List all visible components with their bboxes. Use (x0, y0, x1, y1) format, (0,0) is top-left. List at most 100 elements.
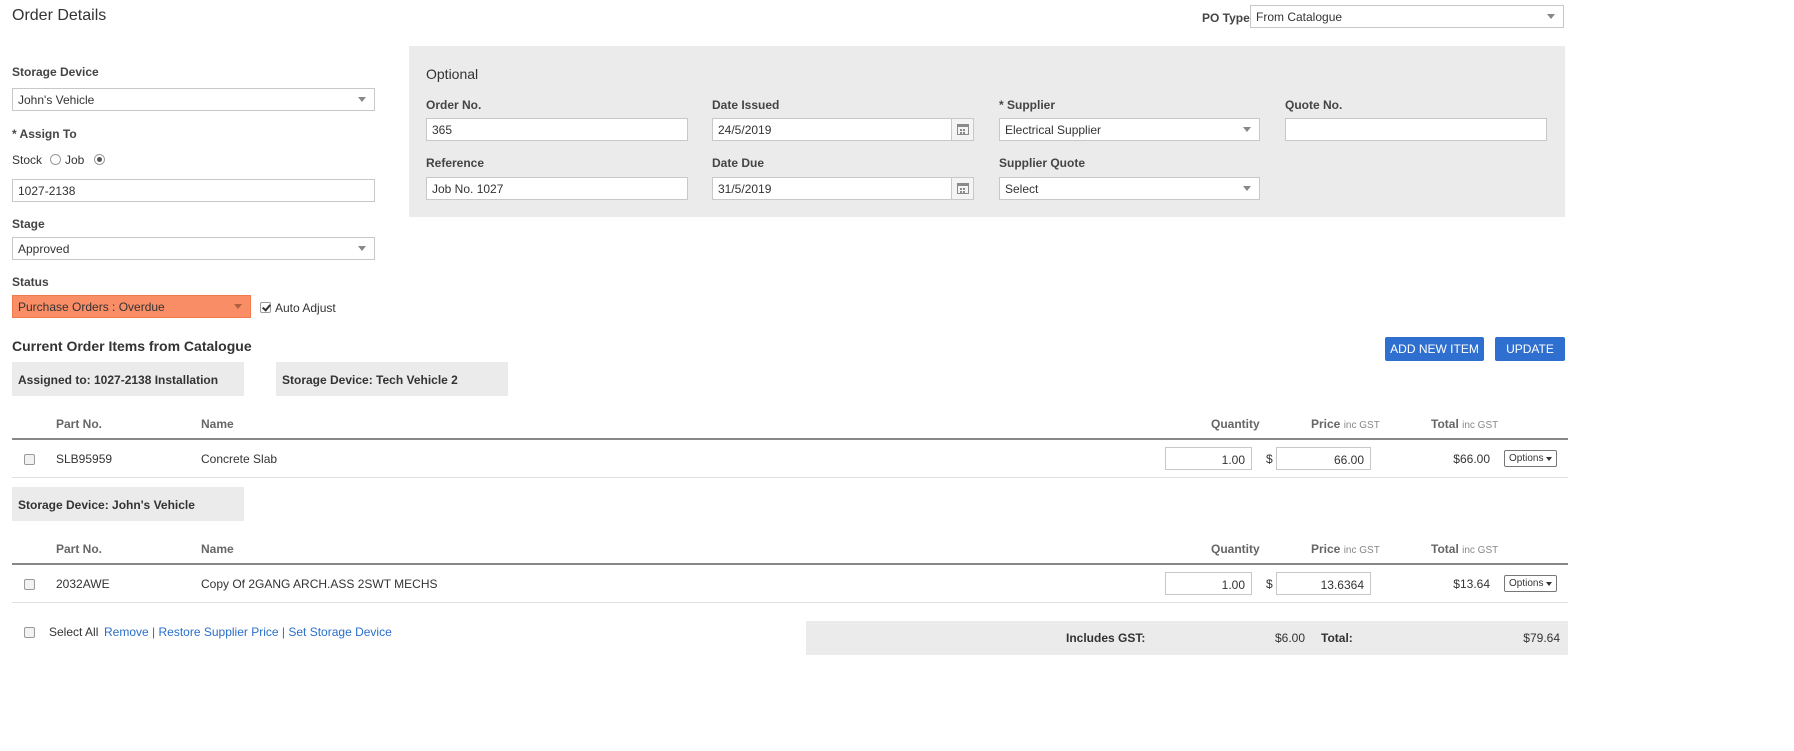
column-header-total: Total inc GST (1431, 417, 1498, 431)
link-separator: | (281, 625, 286, 639)
status-select[interactable]: Purchase Orders : Overdue (12, 295, 251, 318)
column-header-name: Name (201, 542, 234, 556)
supplier-value: Electrical Supplier (1005, 123, 1102, 137)
supplier-label: * Supplier (999, 98, 1056, 112)
row-part-no: SLB95959 (56, 452, 113, 466)
price-input[interactable]: 66.00 (1276, 447, 1371, 470)
date-issued-value: 24/5/2019 (718, 123, 772, 137)
supplier-quote-select[interactable]: Select (999, 177, 1260, 200)
po-type-label: PO Type (1202, 11, 1250, 25)
assign-job-label: Job (65, 153, 85, 167)
table-header-divider (12, 438, 1568, 440)
order-no-input[interactable]: 365 (426, 118, 688, 141)
reference-input[interactable]: Job No. 1027 (426, 177, 688, 200)
row-total: $13.64 (1453, 577, 1490, 591)
row-options-button[interactable]: Options (1504, 450, 1557, 467)
caret-down-icon (1546, 582, 1552, 586)
reference-label: Reference (426, 156, 485, 170)
row-name: Concrete Slab (201, 452, 278, 466)
date-issued-input[interactable]: 24/5/2019 (712, 118, 974, 141)
assign-to-label: * Assign To (12, 127, 77, 141)
price-sub-label: inc GST (1343, 545, 1380, 556)
column-header-price: Price inc GST (1311, 542, 1380, 556)
select-all-label: Select All (49, 625, 99, 639)
quantity-input[interactable]: 1.00 (1165, 572, 1252, 595)
auto-adjust-label: Auto Adjust (275, 301, 336, 315)
row-options-button[interactable]: Options (1504, 575, 1557, 592)
order-no-label: Order No. (426, 98, 482, 112)
price-input[interactable]: 13.6364 (1276, 572, 1371, 595)
price-label: Price (1311, 542, 1341, 556)
calendar-button[interactable] (951, 177, 974, 200)
currency-symbol: $ (1266, 452, 1273, 466)
restore-supplier-price-link[interactable]: Restore Supplier Price (159, 625, 279, 639)
calendar-icon (957, 124, 969, 135)
total-label: Total (1431, 542, 1459, 556)
currency-symbol: $ (1266, 577, 1273, 591)
column-header-part-no: Part No. (56, 417, 103, 431)
chevron-down-icon (358, 97, 366, 102)
po-type-value: From Catalogue (1256, 10, 1343, 24)
assign-stock-radio[interactable] (50, 154, 61, 165)
remove-link[interactable]: Remove (104, 625, 149, 639)
optional-title: Optional (426, 66, 479, 82)
column-header-quantity: Quantity (1211, 542, 1260, 556)
select-all-checkbox[interactable] (24, 627, 35, 638)
caret-down-icon (1546, 457, 1552, 461)
add-new-item-button[interactable]: ADD NEW ITEM (1385, 337, 1484, 361)
total-value: $79.64 (1523, 631, 1560, 645)
date-due-input[interactable]: 31/5/2019 (712, 177, 974, 200)
chevron-down-icon (1243, 186, 1251, 191)
stage-select[interactable]: Approved (12, 237, 375, 260)
row-select-checkbox[interactable] (24, 454, 35, 465)
bulk-actions: Remove | Restore Supplier Price | Set St… (104, 625, 392, 639)
quote-no-input[interactable] (1285, 118, 1547, 141)
group-tag-assigned: Assigned to: 1027-2138 Installation (12, 362, 244, 396)
set-storage-device-link[interactable]: Set Storage Device (288, 625, 391, 639)
link-separator: | (152, 625, 156, 639)
storage-device-value: John's Vehicle (18, 93, 95, 107)
row-select-checkbox[interactable] (24, 579, 35, 590)
supplier-quote-label: Supplier Quote (999, 156, 1086, 170)
assign-job-radio[interactable] (94, 154, 105, 165)
includes-gst-label: Includes GST: (1066, 631, 1146, 645)
total-sub-label: inc GST (1462, 420, 1499, 431)
order-no-value: 365 (432, 123, 453, 137)
assign-to-input[interactable]: 1027-2138 (12, 179, 375, 202)
totals-panel (806, 621, 1568, 655)
price-label: Price (1311, 417, 1341, 431)
price-sub-label: inc GST (1343, 420, 1380, 431)
supplier-quote-value: Select (1005, 182, 1039, 196)
column-header-part-no: Part No. (56, 542, 103, 556)
group-tag-storage-device: Storage Device: Tech Vehicle 2 (276, 362, 508, 396)
options-label: Options (1509, 453, 1544, 464)
column-header-price: Price inc GST (1311, 417, 1380, 431)
calendar-icon (957, 183, 969, 194)
table-header-divider (12, 563, 1568, 565)
update-button[interactable]: UPDATE (1495, 337, 1565, 361)
total-label: Total: (1321, 631, 1353, 645)
date-due-label: Date Due (712, 156, 765, 170)
options-label: Options (1509, 578, 1544, 589)
row-part-no: 2032AWE (56, 577, 110, 591)
quantity-input[interactable]: 1.00 (1165, 447, 1252, 470)
row-divider (12, 602, 1568, 603)
column-header-total: Total inc GST (1431, 542, 1498, 556)
row-total: $66.00 (1453, 452, 1490, 466)
stage-value: Approved (18, 242, 70, 256)
chevron-down-icon (234, 304, 242, 309)
storage-device-select[interactable]: John's Vehicle (12, 88, 375, 111)
supplier-select[interactable]: Electrical Supplier (999, 118, 1260, 141)
date-due-value: 31/5/2019 (718, 182, 772, 196)
chevron-down-icon (1547, 14, 1555, 19)
po-type-select[interactable]: From Catalogue (1250, 5, 1564, 28)
group-tag-storage-device: Storage Device: John's Vehicle (12, 487, 244, 521)
storage-device-label: Storage Device (12, 65, 99, 79)
total-label: Total (1431, 417, 1459, 431)
row-divider (12, 477, 1568, 478)
auto-adjust-checkbox[interactable] (260, 302, 271, 313)
calendar-button[interactable] (951, 118, 974, 141)
date-issued-label: Date Issued (712, 98, 780, 112)
column-header-quantity: Quantity (1211, 417, 1260, 431)
quote-no-label: Quote No. (1285, 98, 1343, 112)
